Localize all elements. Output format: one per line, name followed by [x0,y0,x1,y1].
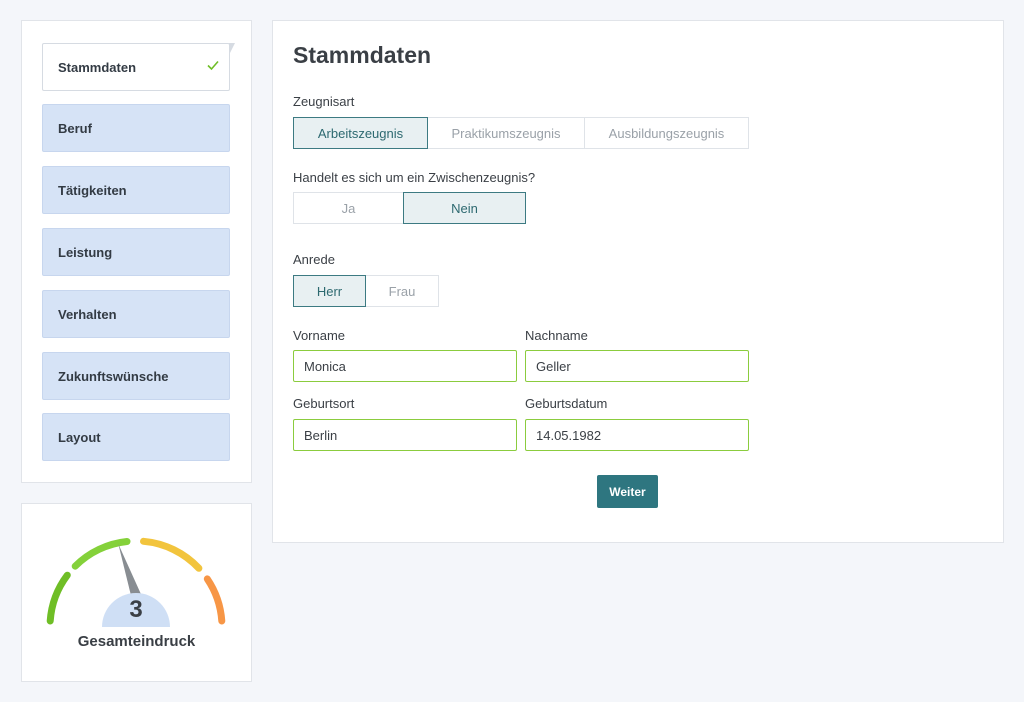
nav-item-leistung[interactable]: Leistung [42,228,230,276]
nav-item-label: Beruf [58,120,92,136]
main-form-panel: Stammdaten Zeugnisart Arbeitszeugnis Pra… [272,20,1004,543]
nav-item-label: Stammdaten [58,59,137,75]
zwischenzeugnis-selector: Ja Nein [293,192,526,224]
weiter-button[interactable]: Weiter [597,475,658,508]
gauge-arc-segment [71,538,131,570]
option-herr[interactable]: Herr [293,275,366,307]
nav-item-label: Tätigkeiten [58,182,127,198]
nav-item-stammdaten[interactable]: Stammdaten [42,43,235,91]
gauge-arc-segment [46,571,71,625]
nav-item-label: Layout [58,429,101,445]
anrede-selector: Herr Frau [293,275,439,307]
anrede-label: Anrede [293,252,335,267]
geburtsdatum-label: Geburtsdatum [525,396,608,411]
nav-item-verhalten[interactable]: Verhalten [42,290,230,338]
nachname-input[interactable] [525,350,749,382]
option-nein[interactable]: Nein [403,192,526,224]
page-title: Stammdaten [293,42,432,68]
gauge-needle [118,543,141,596]
option-frau[interactable]: Frau [365,275,439,307]
gauge-dial: 3 [46,537,226,627]
zeugnisart-selector: Arbeitszeugnis Praktikumszeugnis Ausbild… [293,117,749,149]
step-navigation: Stammdaten Beruf Tätigkeiten Leistung Ve… [21,20,252,483]
option-praktikumszeugnis[interactable]: Praktikumszeugnis [427,117,585,149]
checkmark-icon [207,60,219,71]
gauge-value: 3 [129,596,142,623]
nav-item-layout[interactable]: Layout [42,413,230,461]
option-arbeitszeugnis[interactable]: Arbeitszeugnis [293,117,428,149]
nav-item-taetigkeiten[interactable]: Tätigkeiten [42,166,230,214]
nav-item-beruf[interactable]: Beruf [42,104,230,152]
vorname-input[interactable] [293,350,517,382]
zwischenzeugnis-label: Handelt es sich um ein Zwischenzeugnis? [293,170,536,185]
overall-impression-gauge: 3 Gesamteindruck [21,503,252,682]
option-ausbildungszeugnis[interactable]: Ausbildungszeugnis [584,117,749,149]
nachname-label: Nachname [525,328,588,343]
gauge-label: Gesamteindruck [77,633,196,650]
nav-item-label: Zukunftswünsche [58,368,169,384]
nav-item-zukunftswuensche[interactable]: Zukunftswünsche [42,352,230,400]
nav-item-label: Leistung [58,244,113,260]
nav-item-label: Verhalten [58,306,117,322]
geburtsort-input[interactable] [293,419,517,451]
vorname-label: Vorname [293,328,346,343]
option-ja[interactable]: Ja [293,192,404,224]
gauge-arc-segment [203,575,226,625]
gauge-arc-segment [140,537,203,572]
geburtsort-label: Geburtsort [293,396,355,411]
geburtsdatum-input[interactable] [525,419,749,451]
zeugnisart-label: Zeugnisart [293,94,355,109]
